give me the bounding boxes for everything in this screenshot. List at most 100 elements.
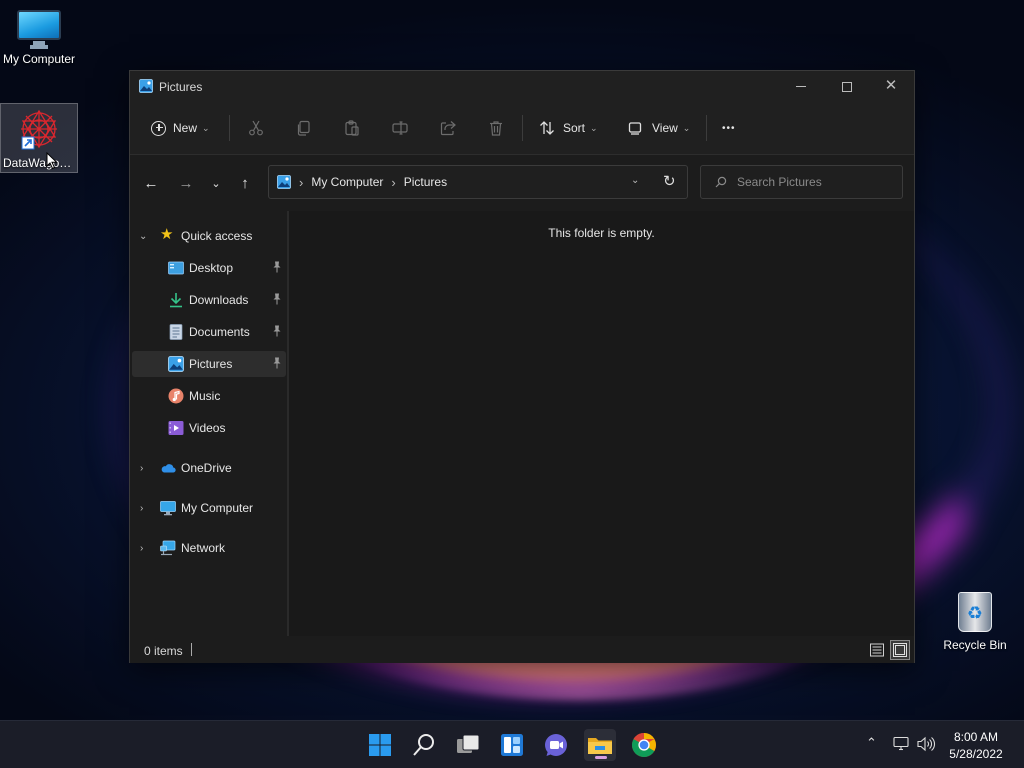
sidebar-item-music[interactable]: Music <box>132 383 286 409</box>
pin-icon[interactable] <box>272 261 282 273</box>
chevron-down-icon: ⌄ <box>682 122 691 133</box>
navigation-pane: ⌄ ★ Quick access Desktop Downloads Docum… <box>130 211 289 636</box>
maximize-button[interactable] <box>824 71 870 101</box>
sort-icon <box>540 121 554 135</box>
chevron-right-icon[interactable]: › <box>140 503 143 514</box>
search-icon[interactable] <box>408 729 440 761</box>
chevron-right-icon[interactable]: › <box>140 463 143 474</box>
pictures-folder-icon <box>168 356 184 372</box>
recent-locations-button[interactable]: ⌄ <box>205 173 227 195</box>
desktop-icon-datawagon[interactable]: DataWagon... <box>0 103 78 173</box>
search-icon <box>715 176 727 188</box>
sidebar-item-desktop[interactable]: Desktop <box>132 255 286 281</box>
maximize-icon <box>842 81 852 92</box>
widgets-icon[interactable] <box>496 729 528 761</box>
breadcrumb-my-computer[interactable]: My Computer <box>311 175 383 189</box>
sort-button[interactable]: Sort ⌄ <box>539 113 598 143</box>
chrome-icon[interactable] <box>628 729 660 761</box>
sidebar-item-label: Documents <box>189 325 250 339</box>
onedrive-cloud-icon <box>161 464 176 473</box>
computer-icon <box>160 501 176 516</box>
sidebar-item-my-computer[interactable]: › My Computer <box>132 495 286 521</box>
close-button[interactable]: ✕ <box>868 71 914 101</box>
empty-folder-message: This folder is empty. <box>548 226 655 240</box>
start-button-windows-icon[interactable] <box>364 729 396 761</box>
delete-icon[interactable] <box>488 120 504 136</box>
toolbar-divider <box>522 115 523 141</box>
chevron-down-icon[interactable]: ⌄ <box>139 231 147 242</box>
pin-icon[interactable] <box>272 357 282 369</box>
search-input[interactable] <box>737 175 887 189</box>
chevron-right-icon: › <box>299 174 304 190</box>
desktop-icon-recycle-bin[interactable]: ♻ Recycle Bin <box>936 590 1014 662</box>
arrow-right-icon: → <box>178 175 194 192</box>
breadcrumb-pictures[interactable]: Pictures <box>404 175 447 189</box>
sidebar-item-label: Network <box>181 541 226 555</box>
title-bar[interactable]: Pictures ✕ <box>130 71 914 101</box>
sidebar-item-downloads[interactable]: Downloads <box>132 287 286 313</box>
up-button[interactable]: ↑ <box>234 173 256 195</box>
task-view-icon[interactable] <box>452 729 484 761</box>
paste-icon[interactable] <box>344 120 360 136</box>
clock-date: 5/28/2022 <box>949 747 1003 761</box>
sidebar-item-onedrive[interactable]: › OneDrive <box>132 455 286 481</box>
sidebar-item-label: Music <box>189 389 221 403</box>
video-icon <box>168 421 184 435</box>
network-icon <box>160 540 176 556</box>
file-explorer-taskbar-button[interactable] <box>584 729 616 761</box>
sidebar-item-label: Downloads <box>189 293 249 307</box>
sidebar-item-documents[interactable]: Documents <box>132 319 286 345</box>
refresh-icon[interactable]: ↻ <box>663 172 676 190</box>
new-button[interactable]: New ⌄ <box>151 113 210 143</box>
file-explorer-window: Pictures ✕ New ⌄ Sort ⌄ View ⌄ ••• ← → ⌄… <box>129 70 915 663</box>
cut-icon[interactable] <box>248 120 264 136</box>
details-view-button[interactable] <box>867 640 887 660</box>
pin-icon[interactable] <box>272 293 282 305</box>
sidebar-item-pictures[interactable]: Pictures <box>132 351 286 377</box>
taskbar: ⌃ 8:00 AM 5/28/2022 <box>0 720 1024 768</box>
sidebar-item-quick-access[interactable]: ⌄ ★ Quick access <box>132 223 286 249</box>
network-status-icon[interactable] <box>893 736 911 752</box>
minimize-icon <box>796 86 806 88</box>
view-button[interactable]: View ⌄ <box>628 113 690 143</box>
rename-icon[interactable] <box>392 120 408 136</box>
pin-icon[interactable] <box>272 325 282 337</box>
forward-button[interactable]: → <box>175 173 197 195</box>
address-bar[interactable]: › My Computer › Pictures ⌄ ↻ <box>268 165 688 199</box>
large-icons-view-button[interactable] <box>890 640 910 660</box>
chevron-right-icon[interactable]: › <box>140 543 143 554</box>
view-icon <box>628 122 642 135</box>
desktop-icon-label: DataWagon... <box>3 156 76 170</box>
chevron-right-icon: › <box>391 174 396 190</box>
toolbar-divider <box>229 115 230 141</box>
back-button[interactable]: ← <box>140 173 162 195</box>
view-button-label: View <box>652 121 678 135</box>
search-box[interactable] <box>700 165 903 199</box>
address-history-chevron-icon[interactable]: ⌄ <box>631 175 639 186</box>
show-hidden-icons-chevron-up-icon[interactable]: ⌃ <box>866 735 877 751</box>
sidebar-item-label: Videos <box>189 421 226 435</box>
navigation-bar: ← → ⌄ ↑ › My Computer › Pictures ⌄ ↻ <box>130 155 914 211</box>
arrow-up-icon: ↑ <box>241 175 249 192</box>
recycle-bin-icon: ♻ <box>958 592 992 632</box>
sidebar-item-network[interactable]: › Network <box>132 535 286 561</box>
music-icon <box>168 388 184 404</box>
sidebar-item-videos[interactable]: Videos <box>132 415 286 441</box>
desktop-icon-my-computer[interactable]: My Computer <box>0 0 78 80</box>
system-clock[interactable]: 8:00 AM 5/28/2022 <box>930 729 1022 763</box>
see-more-button[interactable]: ••• <box>722 113 736 143</box>
sidebar-item-label: Pictures <box>189 357 233 371</box>
copy-icon[interactable] <box>296 120 312 136</box>
chevron-down-icon: ⌄ <box>590 122 598 133</box>
toolbar-divider <box>706 115 707 141</box>
pictures-folder-icon <box>139 79 153 93</box>
desktop-icon-label: My Computer <box>2 52 76 66</box>
minimize-button[interactable] <box>778 71 824 101</box>
chat-teams-icon[interactable] <box>540 729 572 761</box>
monitor-icon <box>17 10 61 47</box>
arrow-left-icon: ← <box>143 175 159 192</box>
file-list-pane[interactable]: This folder is empty. <box>289 211 914 636</box>
chevron-down-icon: ⌄ <box>202 122 210 133</box>
sort-button-label: Sort <box>563 121 586 135</box>
share-icon[interactable] <box>440 120 456 136</box>
